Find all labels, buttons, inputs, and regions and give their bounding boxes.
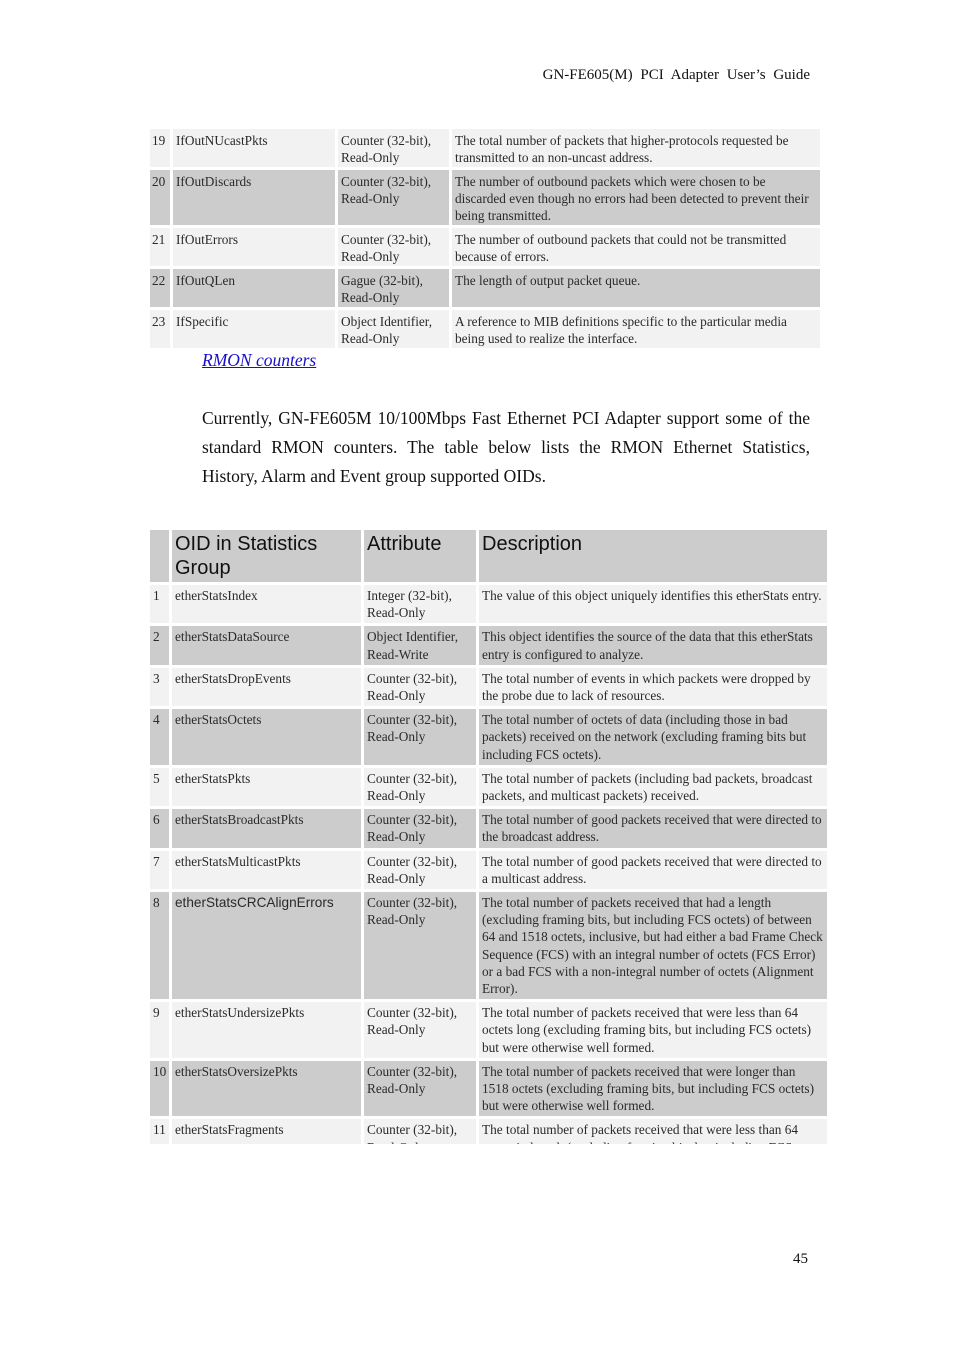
attribute-cell: Counter (32-bit), Read-Only [338,228,449,266]
interface-oid-table: 19 IfOutNUcastPkts Counter (32-bit), Read-… [147,126,823,351]
table-row: 7 etherStatsMulticastPkts Counter (32-bit)… [150,850,827,890]
oid-name: IfSpecific [173,310,335,348]
rmon-table-clip: OID in Statistics Group Attribute Descri… [140,520,840,1144]
rmon-intro-paragraph: Currently, GN-FE605M 10/100Mbps Fast Eth… [202,408,810,486]
attribute-cell: Gague (32-bit), Read-Only [338,269,449,307]
row-number: 3 [150,667,169,707]
description-cell: The number of outbound packets which wer… [452,170,820,225]
table-row: 4 etherStatsOctets Counter (32-bit), Read-… [150,709,827,765]
row-number: 4 [150,709,169,765]
attribute-cell: Counter (32-bit), Read-Only [364,667,476,707]
row-number: 11 [150,1119,169,1144]
oid-name: IfOutNUcastPkts [173,129,335,167]
row-number: 22 [150,269,170,307]
row-number: 20 [150,170,170,225]
description-cell: The total number of octets of data (incl… [479,709,827,765]
oid-name: IfOutErrors [173,228,335,266]
attribute-cell: Counter (32-bit), Read-Only [364,767,476,807]
attribute-cell: Object Identifier, Read-Write [364,626,476,665]
rmon-statistics-table: OID in Statistics Group Attribute Descri… [147,527,830,1144]
row-number: 23 [150,310,170,348]
attribute-cell: Counter (32-bit), Read-Only [364,709,476,765]
oid-name: etherStatsOversizePkts [172,1060,361,1117]
header-num [150,530,169,582]
row-number: 8 [150,892,169,1000]
description-cell: The value of this object uniquely identi… [479,585,827,624]
description-cell: This object identifies the source of the… [479,626,827,665]
rmon-counters-link[interactable]: RMON counters [202,350,316,371]
header-oid: OID in Statistics Group [172,530,361,582]
row-number: 10 [150,1060,169,1117]
row-number: 21 [150,228,170,266]
oid-name: etherStatsUndersizePkts [172,1002,361,1058]
oid-name: etherStatsMulticastPkts [172,850,361,890]
description-cell: The total number of packets received tha… [479,1002,827,1058]
oid-name: etherStatsPkts [172,767,361,807]
oid-name: etherStatsOctets [172,709,361,765]
attribute-cell: Counter (32-bit), Read-Only [338,170,449,225]
oid-name: etherStatsDropEvents [172,667,361,707]
row-number: 2 [150,626,169,665]
row-number: 9 [150,1002,169,1058]
attribute-cell: Counter (32-bit), Read-Only [364,1002,476,1058]
description-cell: The total number of packets received tha… [479,1119,827,1144]
attribute-cell: Counter (32-bit), Read-Only [364,809,476,848]
attribute-cell: Integer (32-bit), Read-Only [364,585,476,624]
table-row: 1 etherStatsIndex Integer (32-bit), Read-O… [150,585,827,624]
table-header-row: OID in Statistics Group Attribute Descri… [150,530,827,582]
description-cell: The total number of good packets receive… [479,809,827,848]
table-row: 9 etherStatsUndersizePkts Counter (32-bit)… [150,1002,827,1058]
table-row: 2 etherStatsDataSource Object Identifier, … [150,626,827,665]
table-row: 21 IfOutErrors Counter (32-bit), Read-Only… [150,228,820,266]
attribute-cell: Counter (32-bit), Read-Only [364,1060,476,1117]
header-attribute: Attribute [364,530,476,582]
attribute-cell: Counter (32-bit), Read-Only [364,892,476,1000]
table-row: 5 etherStatsPkts Counter (32-bit), Read-On… [150,767,827,807]
table-row: 11etherStatsFragmentsCounter (32-bit), R… [150,1119,827,1144]
description-cell: The total number of events in which pack… [479,667,827,707]
table-row: 3 etherStatsDropEvents Counter (32-bit), R… [150,667,827,707]
header-description: Description [479,530,827,582]
oid-name: etherStatsFragments [172,1119,361,1144]
table-row: 19 IfOutNUcastPkts Counter (32-bit), Read-… [150,129,820,167]
table-row: 20 IfOutDiscards Counter (32-bit), Read-On… [150,170,820,225]
table-row: 6 etherStatsBroadcastPkts Counter (32-bit)… [150,809,827,848]
description-cell: The total number of packets (including b… [479,767,827,807]
oid-name: IfOutDiscards [173,170,335,225]
attribute-cell: Object Identifier, Read-Only [338,310,449,348]
table-row: 8 etherStatsCRCAlignErrors Counter (32-bit… [150,892,827,1000]
table-row: 22 IfOutQLen Gague (32-bit), Read-Only The … [150,269,820,307]
description-cell: The total number of packets received tha… [479,892,827,1000]
row-number: 7 [150,850,169,890]
page-number: 45 [793,1251,808,1267]
running-header: GN-FE605(M) PCI Adapter User’s Guide [542,67,810,83]
description-cell: The total number of packets received tha… [479,1060,827,1117]
oid-name: etherStatsDataSource [172,626,361,665]
oid-name: etherStatsCRCAlignErrors [172,892,361,1000]
table-row: 10 etherStatsOversizePkts Counter (32-bit)… [150,1060,827,1117]
oid-name: etherStatsIndex [172,585,361,624]
row-number: 19 [150,129,170,167]
oid-name: IfOutQLen [173,269,335,307]
attribute-cell: Counter (32-bit), Read-Only [364,850,476,890]
table-row: 23 IfSpecific Object Identifier, Read-Only… [150,310,820,348]
row-number: 6 [150,809,169,848]
description-cell: The number of outbound packets that coul… [452,228,820,266]
row-number: 5 [150,767,169,807]
row-number: 1 [150,585,169,624]
attribute-cell: Counter (32-bit), Read-Only [338,129,449,167]
description-cell: The total number of good packets receive… [479,850,827,890]
oid-name: etherStatsBroadcastPkts [172,809,361,848]
description-cell: The total number of packets that higher-… [452,129,820,167]
description-cell: The length of output packet queue. [452,269,820,307]
description-cell: A reference to MIB definitions specific … [452,310,820,348]
attribute-cell: Counter (32-bit), Read-Only [364,1119,476,1144]
